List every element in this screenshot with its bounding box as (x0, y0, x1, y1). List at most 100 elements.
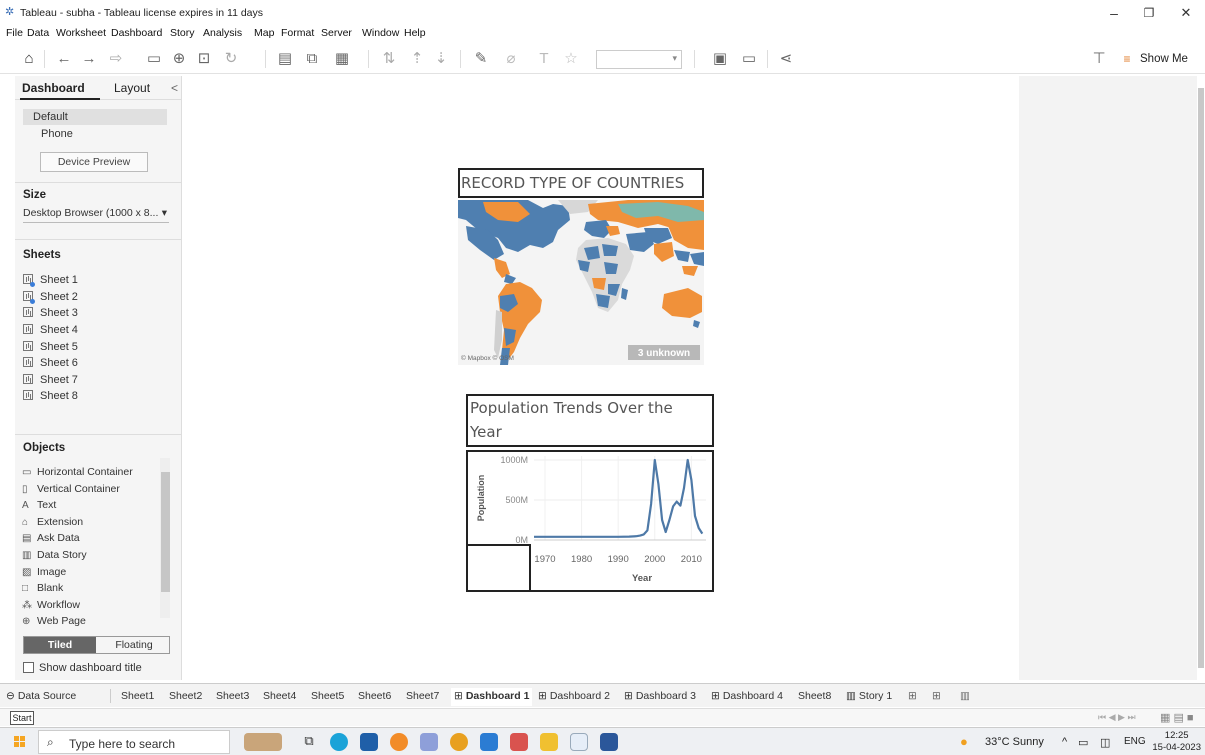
duplicate-sheet-icon[interactable]: ⧉ (303, 50, 321, 68)
close-button[interactable]: ✕ (1171, 4, 1201, 22)
object-vertical-container[interactable]: ▯ Vertical Container (22, 483, 120, 499)
sheet-item-1[interactable]: Sheet 1 (23, 274, 78, 290)
map-title[interactable]: RECORD TYPE OF COUNTRIES (458, 168, 704, 198)
new-datasource-icon[interactable]: ⊕ (170, 50, 188, 68)
menu-window[interactable]: Window (362, 27, 399, 39)
weather-text[interactable]: 33°C Sunny (985, 736, 1044, 748)
menu-file[interactable]: File (6, 27, 23, 39)
sheet-item-3[interactable]: Sheet 3 (23, 307, 78, 323)
menu-dashboard[interactable]: Dashboard (111, 27, 162, 39)
object-ask-data[interactable]: ▤ Ask Data (22, 532, 80, 548)
tab-sheet8[interactable]: Sheet8 (798, 688, 831, 706)
object-workflow[interactable]: ⁂ Workflow (22, 599, 80, 615)
new-worksheet-tab-icon[interactable]: ⊞ (908, 688, 917, 706)
menu-story[interactable]: Story (170, 27, 195, 39)
share-icon[interactable]: ⋖ (777, 50, 795, 68)
show-dashboard-title-checkbox[interactable]: Show dashboard title (23, 662, 142, 674)
cortana-image-icon[interactable] (244, 733, 282, 751)
floating-button[interactable]: Floating (98, 637, 170, 653)
firefox-icon[interactable] (390, 733, 408, 751)
object-text[interactable]: A Text (22, 499, 56, 515)
object-horizontal-container[interactable]: ▭ Horizontal Container (22, 466, 133, 482)
tiled-button[interactable]: Tiled (24, 637, 96, 653)
size-dropdown[interactable]: Desktop Browser (1000 x 8... ▾ (23, 207, 169, 223)
device-default[interactable]: Default (33, 111, 68, 123)
tab-dashboard-3[interactable]: ⊞ Dashboard 3 (624, 688, 696, 706)
collapse-pane-button[interactable]: < (171, 81, 178, 95)
menu-map[interactable]: Map (254, 27, 274, 39)
sort-asc-icon[interactable]: ⇡ (408, 50, 426, 68)
photos-icon[interactable] (510, 733, 528, 751)
sheet-item-5[interactable]: Sheet 5 (23, 341, 78, 357)
presentation-icon[interactable]: ▭ (740, 50, 758, 68)
file-explorer-icon[interactable] (540, 733, 558, 751)
menu-server[interactable]: Server (321, 27, 352, 39)
tab-sheet6[interactable]: Sheet6 (358, 688, 391, 706)
menu-worksheet[interactable]: Worksheet (56, 27, 106, 39)
tab-dashboard-2[interactable]: ⊞ Dashboard 2 (538, 688, 610, 706)
chrome-icon[interactable] (450, 733, 468, 751)
tray-chevron-icon[interactable]: ^ (1062, 736, 1067, 748)
sort-desc-icon[interactable]: ⇣ (432, 50, 450, 68)
sheet-item-7[interactable]: Sheet 7 (23, 374, 78, 390)
menu-analysis[interactable]: Analysis (203, 27, 242, 39)
unknown-indicator[interactable]: 3 unknown (638, 348, 690, 359)
object-image[interactable]: ▨ Image (22, 566, 66, 582)
new-worksheet-icon[interactable]: ▤ (275, 50, 295, 68)
taskbar-search[interactable]: ⌕ Type here to search (38, 730, 230, 754)
highlight-icon[interactable]: ✎ (472, 50, 490, 68)
language-indicator[interactable]: ENG (1124, 736, 1146, 747)
object-blank[interactable]: □ Blank (22, 582, 63, 598)
label-icon[interactable]: T (535, 50, 553, 68)
store-icon[interactable] (360, 733, 378, 751)
menu-format[interactable]: Format (281, 27, 314, 39)
tab-sheet7[interactable]: Sheet7 (406, 688, 439, 706)
clear-sheet-icon[interactable]: ▦ (332, 50, 352, 68)
group-icon[interactable]: ⌀ (502, 50, 520, 68)
replay-icon[interactable]: ⇨ (105, 50, 127, 68)
tab-dashboard-4[interactable]: ⊞ Dashboard 4 (711, 688, 783, 706)
new-story-tab-icon[interactable]: ▥ (960, 688, 970, 706)
tab-sheet2[interactable]: Sheet2 (169, 688, 202, 706)
objects-scrollbar[interactable] (160, 458, 170, 618)
fit-icon[interactable]: ▣ (710, 50, 730, 68)
tab-sheet3[interactable]: Sheet3 (216, 688, 249, 706)
sheet-nav-icons[interactable]: ⏮ ◀ ▶ ⏭ (1098, 712, 1136, 723)
task-view-icon[interactable]: ⧉ (300, 733, 318, 751)
restore-button[interactable]: ❐ (1134, 4, 1164, 22)
sheet-item-4[interactable]: Sheet 4 (23, 324, 78, 340)
tab-story-1[interactable]: ▥ Story 1 (846, 688, 892, 706)
device-phone[interactable]: Phone (41, 128, 73, 140)
tab-sheet5[interactable]: Sheet5 (311, 688, 344, 706)
tab-layout[interactable]: Layout (114, 81, 150, 95)
mail-icon[interactable] (480, 733, 498, 751)
menu-help[interactable]: Help (404, 27, 426, 39)
object-data-story[interactable]: ▥ Data Story (22, 549, 87, 565)
tab-dashboard-1[interactable]: ⊞ Dashboard 1 (451, 688, 533, 706)
fit-dropdown[interactable]: ▾ (596, 50, 682, 69)
sheet-item-2[interactable]: Sheet 2 (23, 291, 78, 307)
home-icon[interactable]: ⌂ (20, 50, 38, 68)
tooltip-icon[interactable]: ⊤ (1090, 50, 1108, 68)
show-me-button[interactable]: Show Me (1140, 50, 1190, 68)
tableau-taskbar-icon[interactable] (570, 733, 588, 751)
refresh-icon[interactable]: ↻ (222, 50, 240, 68)
canvas-scrollbar[interactable] (1197, 76, 1205, 680)
show-me-icon[interactable]: ≡ (1120, 50, 1134, 68)
population-chart-title[interactable]: Population Trends Over the Year (466, 394, 714, 447)
tab-dashboard[interactable]: Dashboard (22, 81, 85, 95)
world-map[interactable]: © Mapbox © OSM 3 unknown (458, 200, 704, 365)
tab-data-source[interactable]: ⊖ Data Source (6, 688, 76, 706)
undo-icon[interactable]: ← (55, 50, 73, 68)
swap-icon[interactable]: ⇅ (380, 50, 398, 68)
volume-icon[interactable]: ◫ (1100, 736, 1110, 749)
tab-sheet4[interactable]: Sheet4 (263, 688, 296, 706)
edge-icon[interactable] (330, 733, 348, 751)
new-dashboard-tab-icon[interactable]: ⊞ (932, 688, 941, 706)
minimize-button[interactable]: – (1099, 4, 1129, 22)
view-mode-icons[interactable]: ▦ ▤ ■ (1160, 711, 1194, 724)
object-extension[interactable]: ⌂ Extension (22, 516, 83, 532)
pause-updates-icon[interactable]: ⊡ (195, 50, 213, 68)
save-icon[interactable]: ▭ (145, 50, 163, 68)
word-icon[interactable] (600, 733, 618, 751)
